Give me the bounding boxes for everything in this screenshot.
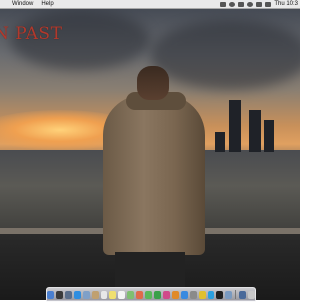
maps-icon[interactable] [127, 290, 135, 299]
menu-bar: Window Help Thu 10:3 [0, 0, 300, 9]
terminal-icon[interactable] [216, 290, 224, 299]
status-tray: Thu 10:3 [220, 1, 300, 7]
safari-icon[interactable] [73, 290, 81, 299]
mail-icon[interactable] [82, 290, 90, 299]
photos-icon[interactable] [136, 290, 144, 299]
reminders-icon[interactable] [118, 290, 126, 299]
itunes-icon[interactable] [162, 290, 170, 299]
dropbox-icon[interactable] [220, 1, 227, 7]
calendar-icon[interactable] [100, 290, 108, 299]
trash-icon[interactable] [248, 290, 256, 299]
chrome-icon[interactable] [198, 290, 206, 299]
battery-icon[interactable] [265, 1, 272, 7]
man-head [137, 66, 169, 100]
man-figure [103, 95, 205, 255]
menu-clock[interactable]: Thu 10:3 [274, 1, 298, 7]
man-legs [115, 252, 185, 292]
volume-icon[interactable] [256, 1, 263, 7]
messages-icon[interactable] [145, 290, 153, 299]
menu-window[interactable]: Window [8, 1, 37, 7]
finder-icon[interactable] [46, 290, 54, 299]
downloads-icon[interactable] [239, 290, 247, 299]
skype-icon[interactable] [207, 290, 215, 299]
desktop-wallpaper: N PAST [0, 0, 300, 300]
skyscraper [249, 110, 261, 152]
contacts-icon[interactable] [91, 290, 99, 299]
app-store-icon[interactable] [180, 290, 188, 299]
dashboard-icon[interactable] [55, 290, 63, 299]
notes-icon[interactable] [109, 290, 117, 299]
cloud [150, 20, 300, 90]
ibooks-icon[interactable] [171, 290, 179, 299]
preview-icon[interactable] [225, 290, 233, 299]
wifi-icon[interactable] [247, 1, 254, 7]
mission-control-icon[interactable] [64, 290, 72, 299]
wallpaper-title: N PAST [0, 24, 63, 44]
facetime-icon[interactable] [154, 290, 161, 299]
skyscraper [264, 120, 274, 152]
dock-separator [235, 290, 237, 299]
bluetooth-icon[interactable] [238, 1, 245, 7]
menu-help[interactable]: Help [37, 1, 57, 7]
skyscraper [215, 132, 225, 152]
system-preferences-icon[interactable] [189, 290, 197, 299]
time-machine-icon[interactable] [229, 1, 236, 7]
skyscraper [229, 100, 241, 152]
